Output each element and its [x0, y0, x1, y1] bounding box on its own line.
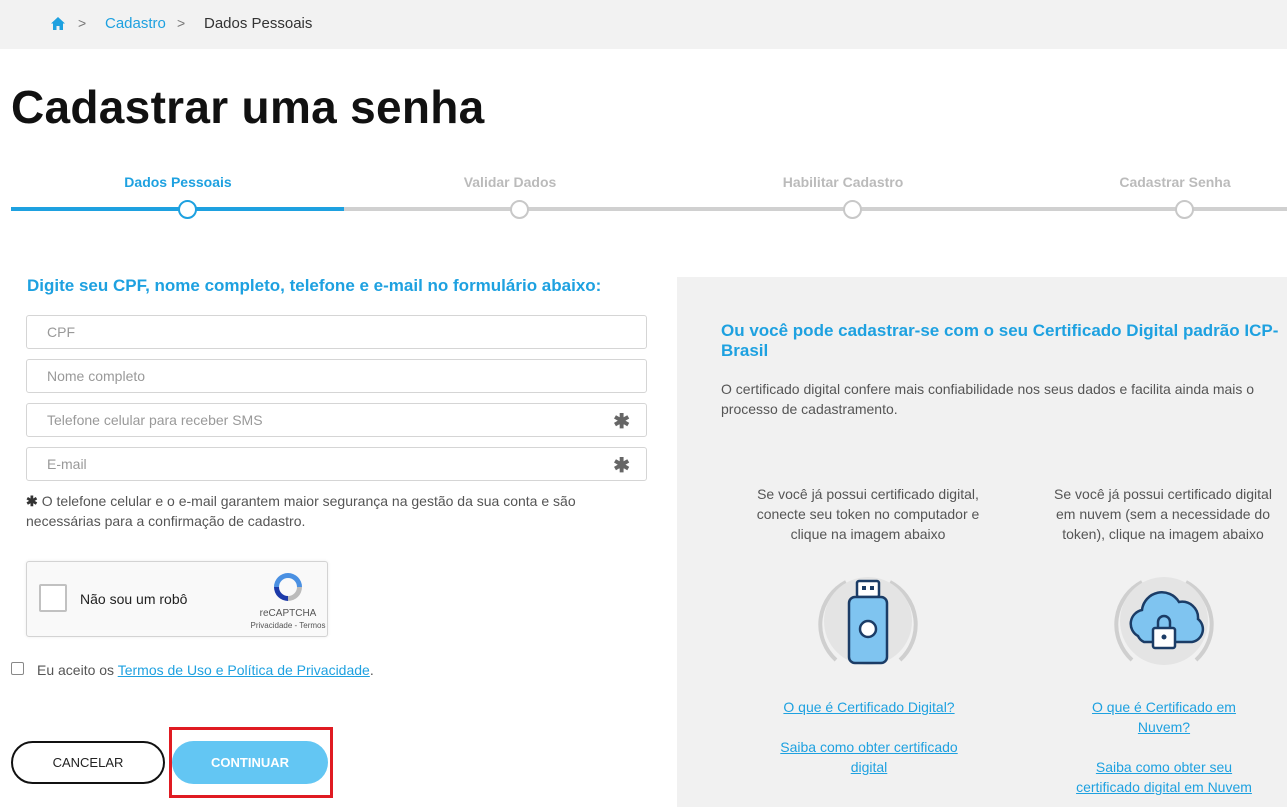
- form-heading: Digite seu CPF, nome completo, telefone …: [27, 276, 602, 295]
- cancel-button[interactable]: CANCELAR: [11, 741, 165, 784]
- what-is-cloud-certificate-link[interactable]: O que é Certificado em Nuvem?: [1077, 697, 1251, 737]
- required-asterisk-icon: ✱: [613, 411, 630, 433]
- progress-stepper: Dados Pessoais Validar Dados Habilitar C…: [0, 170, 1287, 230]
- recaptcha-brand: reCAPTCHA: [259, 608, 317, 619]
- certificate-panel-description: O certificado digital confere mais confi…: [721, 381, 1255, 417]
- how-to-get-cloud-certificate-link[interactable]: Saiba como obter seu certificado digital…: [1064, 757, 1264, 797]
- accept-terms-label: Eu aceito os Termos de Uso e Política de…: [37, 662, 374, 678]
- cloud-instructions: Se você já possui certificado digital em…: [1054, 486, 1272, 542]
- breadcrumb-current: Dados Pessoais: [204, 15, 313, 32]
- step-track-pending: [344, 207, 1287, 211]
- step-label-validar-dados: Validar Dados: [463, 174, 557, 190]
- certificate-panel-title: Ou você pode cadastrar-se com o seu Cert…: [721, 321, 1279, 360]
- recaptcha-logo-icon: [274, 573, 302, 601]
- certificate-panel: Ou você pode cadastrar-se com o seu Cert…: [677, 277, 1287, 807]
- step-dot-habilitar-cadastro: [843, 200, 862, 219]
- required-asterisk-icon: ✱: [26, 493, 38, 509]
- step-label-habilitar-cadastro: Habilitar Cadastro: [782, 174, 904, 190]
- token-instructions: Se você já possui certificado digital, c…: [756, 486, 980, 542]
- recaptcha-widget: Não sou um robô reCAPTCHA Privacidade - …: [26, 561, 328, 637]
- breadcrumb-link-cadastro[interactable]: Cadastro: [105, 15, 166, 32]
- terms-link[interactable]: Termos de Uso e Política de Privacidade: [118, 662, 370, 678]
- full-name-input[interactable]: [27, 360, 587, 392]
- step-dot-validar-dados: [510, 200, 529, 219]
- required-asterisk-icon: ✱: [613, 455, 630, 477]
- usb-token-icon[interactable]: [808, 564, 928, 684]
- email-field: ✱: [26, 447, 647, 481]
- required-fields-note: ✱ O telefone celular e o e-mail garantem …: [26, 491, 646, 531]
- required-note-text: O telefone celular e o e-mail garantem m…: [26, 493, 576, 529]
- continue-button[interactable]: CONTINUAR: [172, 741, 328, 784]
- step-dot-dados-pessoais: [178, 200, 197, 219]
- how-to-get-certificate-link[interactable]: Saiba como obter certificado digital: [769, 737, 969, 777]
- name-field: [26, 359, 647, 393]
- email-input[interactable]: [27, 448, 587, 480]
- breadcrumb-separator: >: [78, 15, 87, 31]
- accept-terms-suffix: .: [369, 662, 374, 678]
- step-dot-cadastrar-senha: [1175, 200, 1194, 219]
- home-icon[interactable]: [51, 17, 65, 30]
- step-label-dados-pessoais: Dados Pessoais: [124, 174, 232, 190]
- recaptcha-checkbox[interactable]: [39, 584, 67, 612]
- recaptcha-links[interactable]: Privacidade - Termos: [233, 621, 343, 630]
- phone-field: ✱: [26, 403, 647, 437]
- step-label-cadastrar-senha: Cadastrar Senha: [1119, 174, 1231, 190]
- accept-terms-checkbox[interactable]: [11, 662, 24, 675]
- phone-input[interactable]: [27, 404, 587, 436]
- recaptcha-label: Não sou um robô: [80, 591, 188, 607]
- cpf-input[interactable]: [27, 316, 587, 348]
- breadcrumb-separator: >: [177, 15, 186, 31]
- page-title: Cadastrar uma senha: [11, 81, 485, 133]
- breadcrumb: > Cadastro > Dados Pessoais: [0, 0, 1287, 49]
- cloud-lock-icon[interactable]: [1104, 564, 1224, 684]
- accept-terms-prefix: Eu aceito os: [37, 662, 115, 678]
- cpf-field: [26, 315, 647, 349]
- what-is-digital-certificate-link[interactable]: O que é Certificado Digital?: [777, 697, 961, 717]
